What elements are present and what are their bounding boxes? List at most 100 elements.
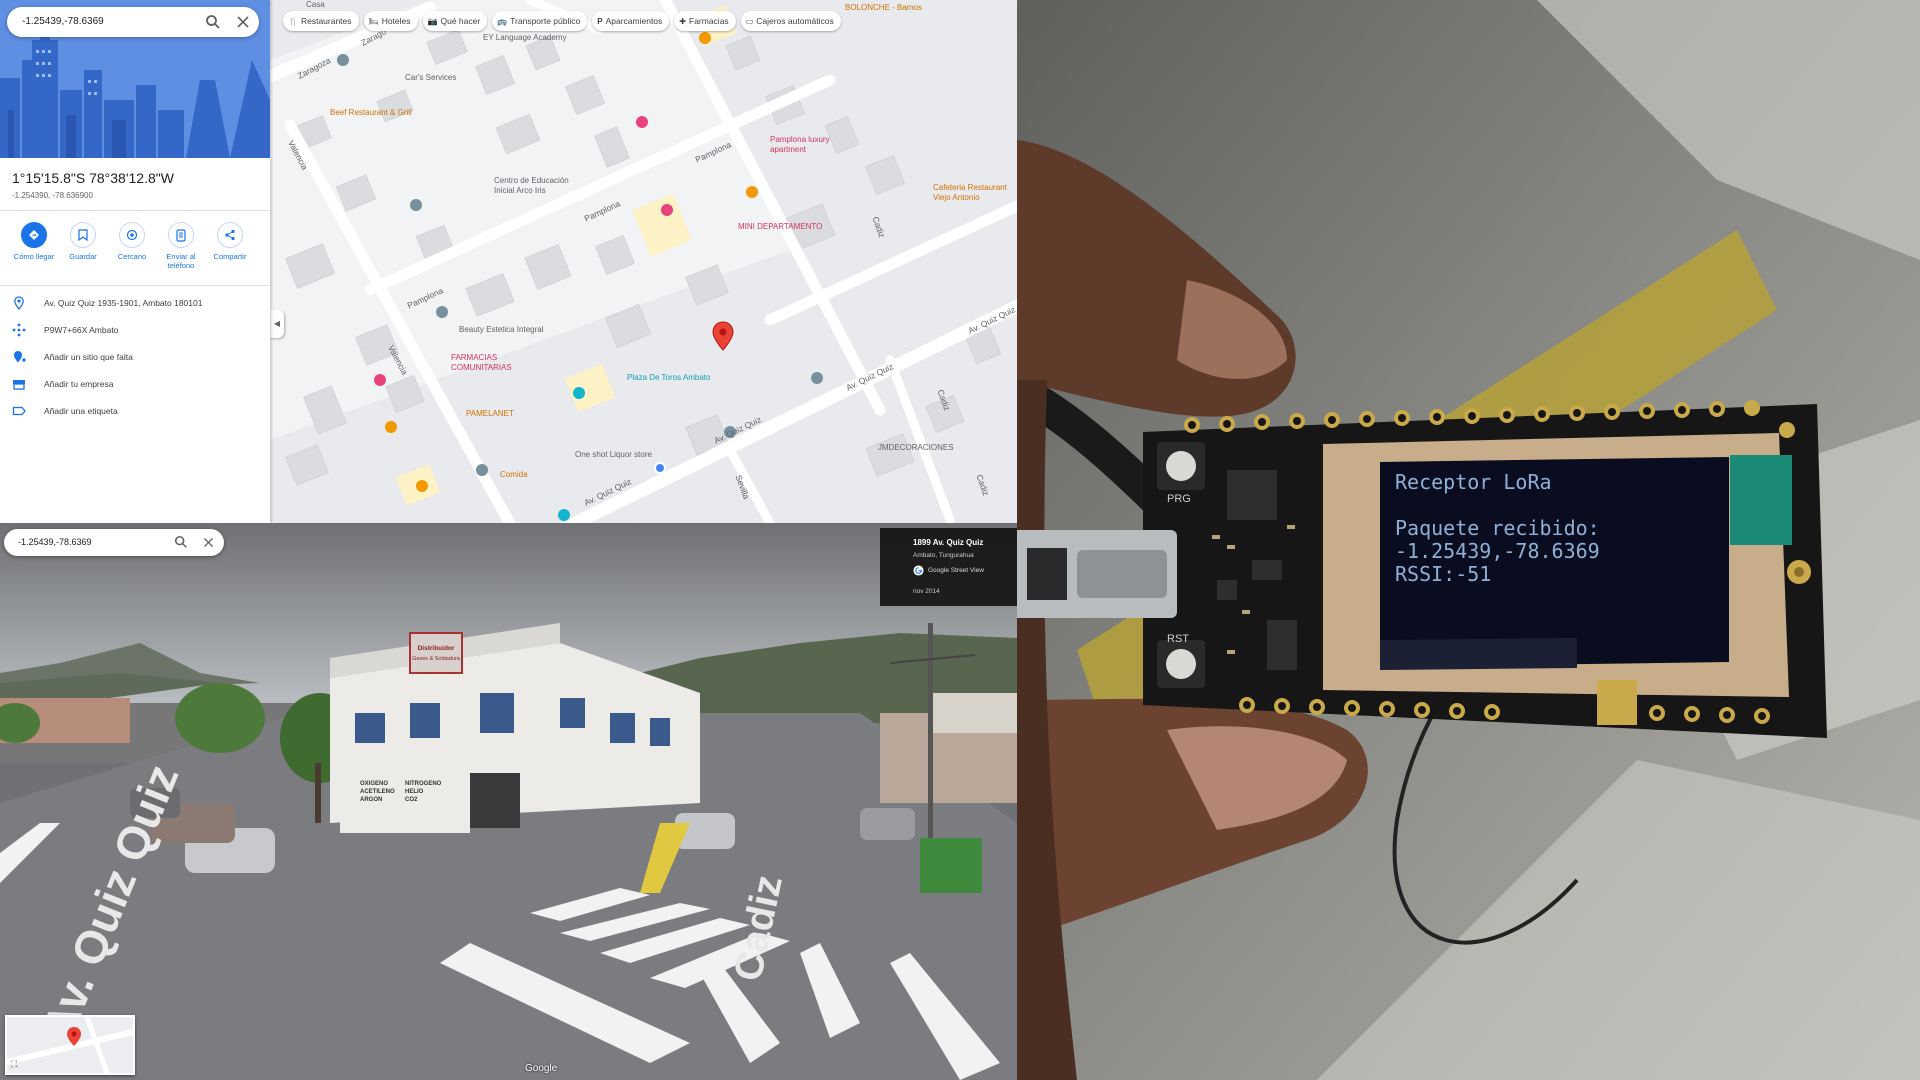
divider [0, 285, 270, 286]
map-label-centro-1: Centro de Educación [494, 176, 569, 185]
map-label-cafeteria-2: Viejo Antonio [933, 193, 980, 202]
store-sign-line1: Distribuidor [418, 645, 455, 652]
map-label-pamplona-apt-2: apartment [770, 145, 807, 154]
map-label-pamelanet: PAMELANET [466, 409, 514, 418]
map-label-farmacias-1: FARMACIAS [451, 353, 498, 362]
nearby-icon [126, 229, 138, 241]
add-place-icon [14, 351, 26, 363]
map-label-cars: Car's Services [405, 73, 457, 82]
svg-text:ACETILENO: ACETILENO [360, 789, 395, 795]
map-label-farmacias-2: COMUNITARIAS [451, 363, 512, 372]
restaurant-icon: 🍴 [288, 16, 298, 26]
chip-cajeros[interactable]: ▭ Cajeros automáticos [740, 11, 841, 31]
chip-que-hacer[interactable]: 📷 Qué hacer [422, 11, 488, 31]
info-row-add-label[interactable]: Añadir una etiqueta [0, 402, 270, 422]
svg-text:NITROGENO: NITROGENO [405, 781, 442, 787]
search-input[interactable]: -1.25439,-78.6369 [22, 16, 104, 27]
chip-transporte[interactable]: 🚌 Transporte público [492, 11, 588, 31]
store-sign-line2: Gases & Soldadura [412, 656, 461, 662]
street-view-locality: Ambato, Tungurahua [913, 552, 974, 559]
street-view-source: Google Street View [928, 567, 984, 574]
info-row-add-place[interactable]: Añadir un sitio que falta [0, 348, 270, 368]
share-button[interactable]: Compartir [206, 222, 254, 261]
send-to-phone-button[interactable]: Enviar al teléfono [157, 222, 205, 270]
category-chips: 🍴 Restaurantes 🛏 Hoteles 📷 Qué hacer 🚌 Trans… [283, 11, 841, 31]
maps-window: BOLONCHE - Bamos EY Language Academy Car… [0, 0, 1017, 523]
google-logo-icon [913, 565, 924, 576]
map-label-centro-2: Inicial Arco Iris [494, 186, 546, 195]
street-view-address: 1899 Av. Quiz Quiz [913, 538, 984, 547]
close-icon[interactable] [202, 536, 215, 549]
screenshot-canvas: BOLONCHE - Bamos EY Language Academy Car… [0, 0, 1920, 1080]
map-label-beauty: Beauty Estetica Integral [459, 325, 544, 334]
svg-text:OXIGENO: OXIGENO [360, 781, 388, 787]
search-box[interactable]: -1.25439,-78.6369 [7, 7, 259, 37]
close-icon[interactable] [235, 14, 251, 30]
bookmark-icon [78, 229, 88, 241]
pharmacy-icon: ✚ [679, 16, 686, 26]
google-watermark: Google [525, 1063, 558, 1074]
save-button[interactable]: Guardar [59, 222, 107, 261]
send-to-phone-icon [176, 228, 186, 242]
search-icon[interactable] [205, 14, 221, 30]
camera-icon: 📷 [427, 16, 438, 26]
map-label-comida: Comida [500, 470, 528, 479]
street-view-image[interactable]: Distribuidor Gases & Soldadura OXIGENO A… [0, 523, 1017, 1080]
chip-farmacias[interactable]: ✚ Farmacias [674, 11, 736, 31]
map-label-oneshot: One shot Liquor store [575, 450, 652, 459]
map-label-cafeteria-1: Cafeteria Restaurant [933, 183, 1007, 192]
expand-icon[interactable]: ⛶ [11, 1059, 17, 1070]
street-view-panel[interactable]: Distribuidor Gases & Soldadura OXIGENO A… [0, 523, 1017, 1080]
street-view-search-box[interactable]: -1.25439,-78.6369 [4, 529, 224, 556]
map-label-plaza: Plaza De Toros Ambato [627, 373, 711, 382]
chip-hoteles[interactable]: 🛏 Hoteles [363, 11, 418, 31]
atm-icon: ▭ [745, 16, 754, 26]
divider [0, 210, 270, 211]
map-label-pamplona-apt-1: Pamplona luxury [770, 135, 830, 144]
my-location-dot [654, 462, 666, 474]
street-view-minimap[interactable]: ⛶ [5, 1015, 135, 1075]
directions-icon [29, 230, 39, 240]
map-label-mini: MINI DEPARTAMENTO [738, 222, 823, 231]
place-title-dms: 1°15'15.8"S 78°38'12.8"W [12, 170, 174, 186]
store-sign [409, 632, 463, 674]
lora-device-photo: PRG RST Receptor LoRa Paquete recibido: … [1017, 0, 1920, 1080]
business-icon [13, 380, 25, 390]
label-icon [12, 406, 26, 416]
nearby-button[interactable]: Cercano [108, 222, 156, 261]
share-icon [225, 229, 235, 241]
location-pin-icon [14, 296, 24, 310]
street-view-info-card[interactable]: 1899 Av. Quiz Quiz Ambato, Tungurahua Go… [880, 528, 1017, 606]
lora-board-image: PRG RST Receptor LoRa Paquete recibido: … [1017, 0, 1920, 1080]
map-label-ey: EY Language Academy [483, 33, 567, 42]
hotel-icon: 🛏 [368, 16, 379, 26]
oled-line2: -1.25439,-78.6369 [1395, 539, 1600, 563]
map-label-bolonche: BOLONCHE - Bamos [845, 3, 922, 12]
svg-text:CO2: CO2 [405, 797, 418, 803]
info-row-plus-code[interactable]: P9W7+66X Ambato [0, 321, 270, 341]
silkscreen-prg: PRG [1167, 493, 1191, 505]
place-side-panel: -1.25439,-78.6369 1°15'15.8"S 78°38'12.8… [0, 0, 270, 523]
street-view-date: nov 2014 [913, 588, 940, 595]
svg-text:ARGON: ARGON [360, 797, 382, 803]
chip-restaurantes[interactable]: 🍴 Restaurantes [283, 11, 359, 31]
plus-code-icon [12, 323, 26, 337]
info-row-address[interactable]: Av. Quiz Quiz 1935-1901, Ambato 180101 [0, 294, 270, 314]
chip-aparcamientos[interactable]: P Aparcamientos [592, 11, 670, 31]
map-label-casa: Casa [306, 0, 325, 9]
oled-title: Receptor LoRa [1395, 470, 1552, 494]
svg-text:HELIO: HELIO [405, 789, 424, 795]
bus-icon: 🚌 [497, 16, 508, 26]
oled-line1: Paquete recibido: [1395, 516, 1600, 540]
parking-icon: P [597, 16, 603, 26]
info-row-add-business[interactable]: Añadir tu empresa [0, 375, 270, 395]
silkscreen-rst: RST [1167, 633, 1189, 645]
oled-line3: RSSI:-51 [1395, 562, 1491, 586]
directions-button[interactable]: Cómo llegar [10, 222, 58, 261]
street-view-search-input[interactable]: -1.25439,-78.6369 [18, 537, 92, 547]
map-label-jmdeco: JMDECORACIONES [878, 443, 954, 452]
place-decimal-coords: -1.254390, -78.636900 [12, 191, 93, 200]
search-icon[interactable] [174, 535, 188, 549]
map-label-beef: Beef Restaurant & Grill [330, 108, 412, 117]
collapse-panel-button[interactable]: ◀ [270, 310, 284, 338]
